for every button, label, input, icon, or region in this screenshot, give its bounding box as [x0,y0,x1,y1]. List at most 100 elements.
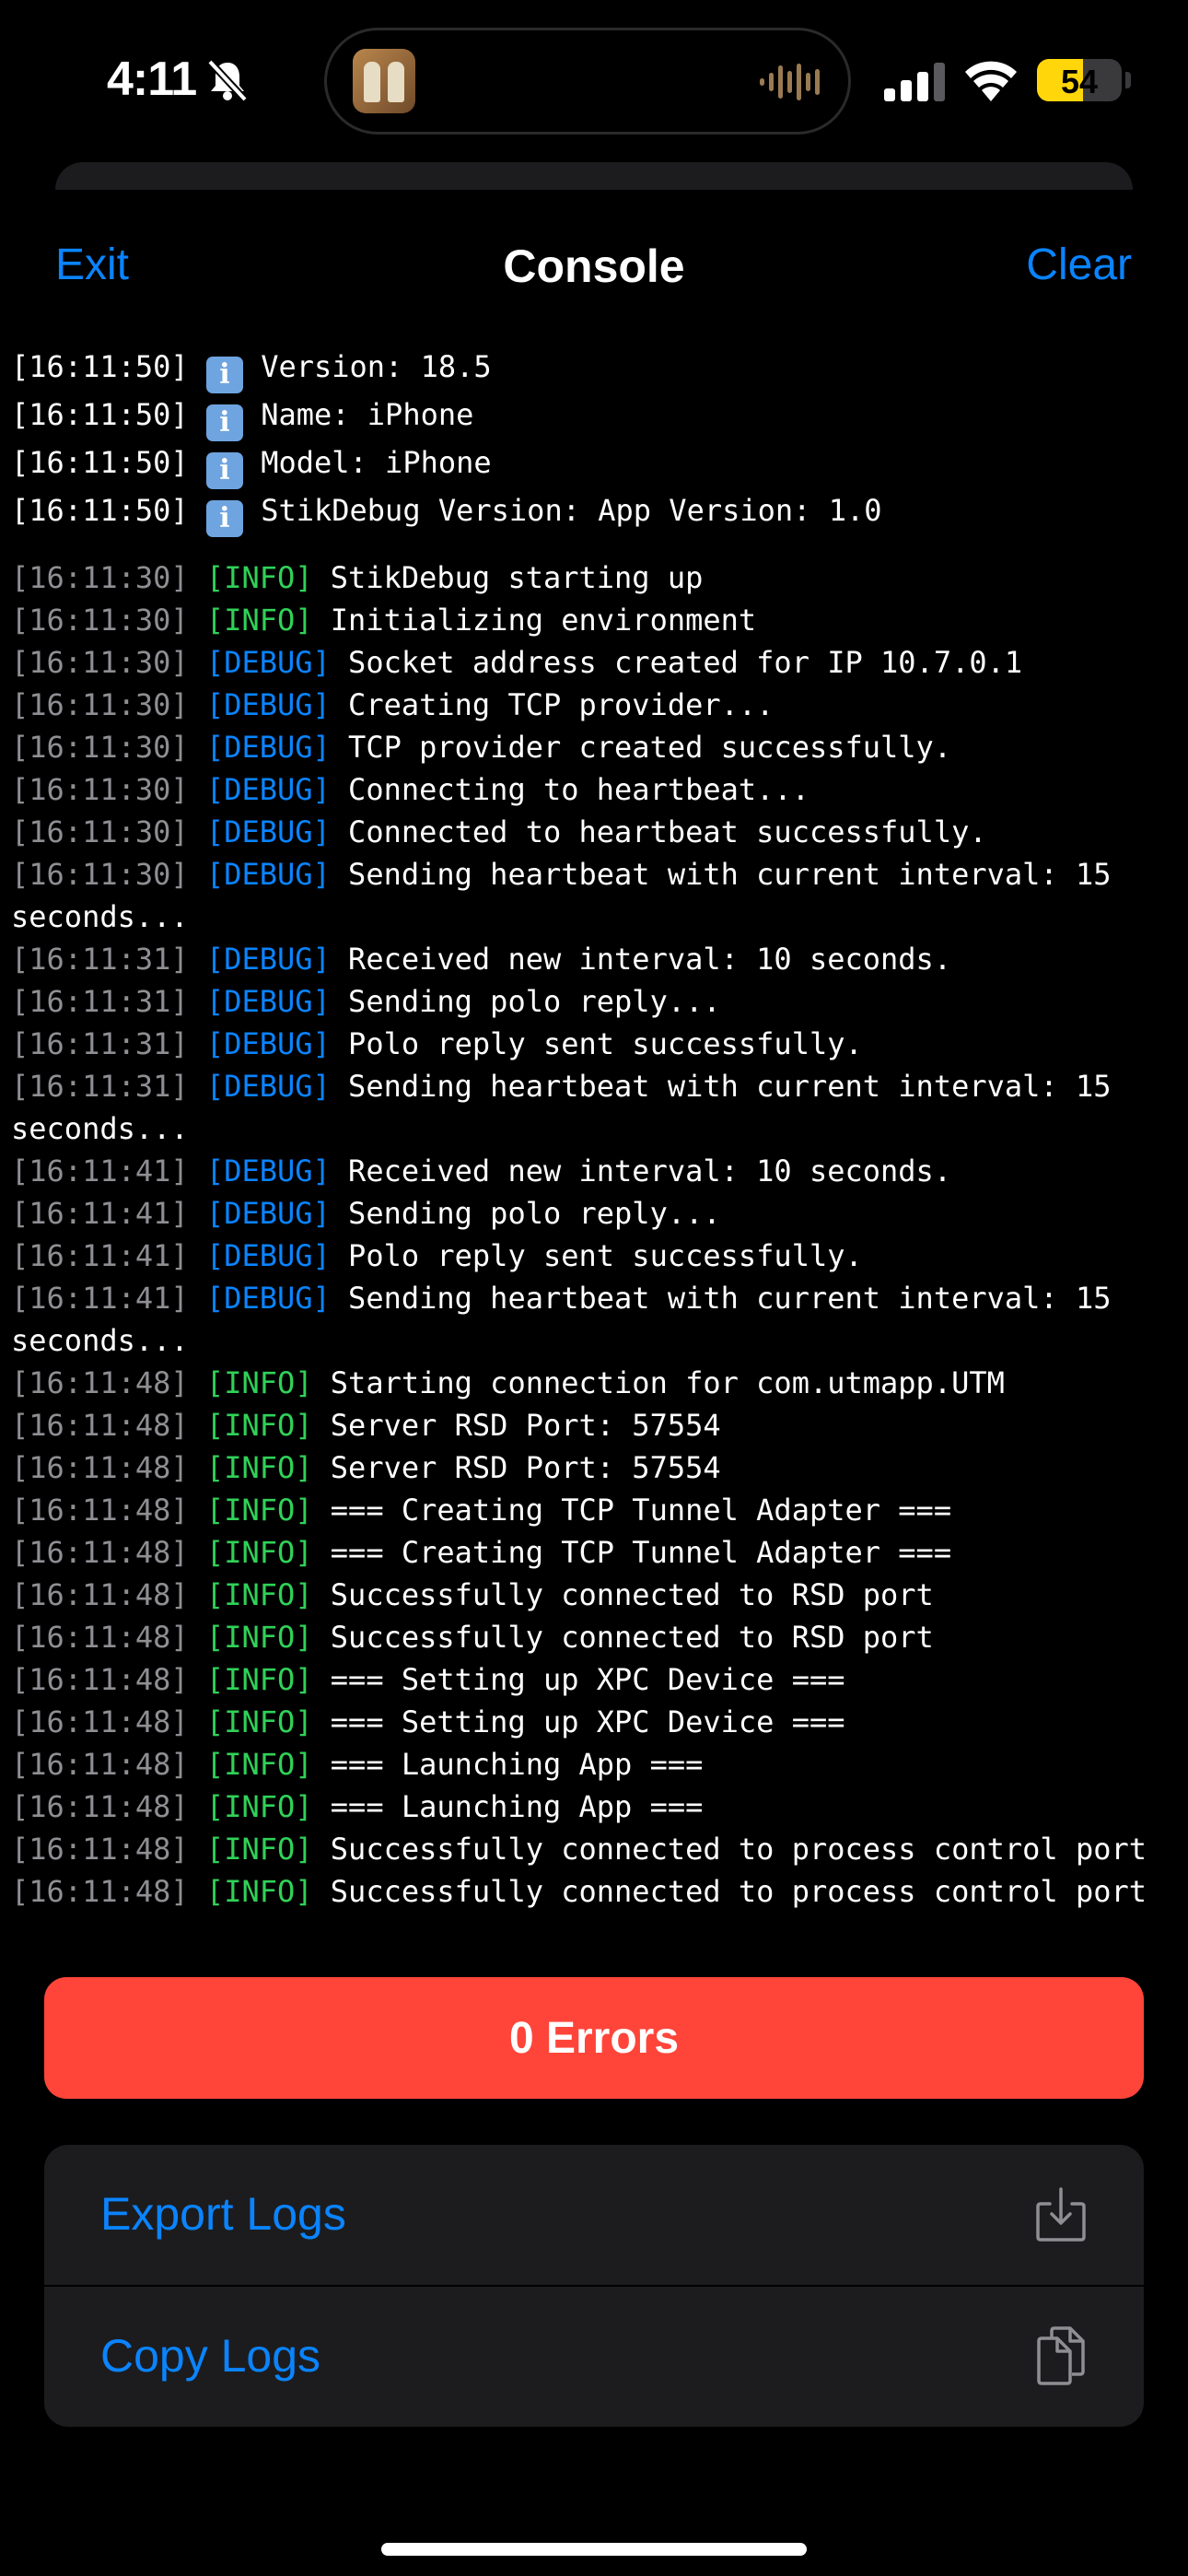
log-timestamp: [16:11:31] [11,984,189,1019]
log-timestamp: [16:11:41] [11,1238,189,1273]
info-icon: i [205,404,243,441]
log-message: Successfully connected to process contro… [330,1874,1147,1909]
log-message: Initializing environment [330,603,757,638]
log-timestamp: [16:11:48] [11,1704,189,1739]
log-message: Sending polo reply... [348,1196,721,1231]
log-entry: [16:11:48] [INFO] Server RSD Port: 57554 [11,1446,1181,1489]
now-playing-artwork [353,49,415,113]
errors-button[interactable]: 0 Errors [44,1977,1144,2099]
log-entry: [16:11:30] [DEBUG] Connecting to heartbe… [11,768,1181,811]
dynamic-island[interactable] [324,28,851,135]
log-entry: [16:11:48] [INFO] Server RSD Port: 57554 [11,1404,1181,1446]
log-level: [DEBUG] [205,942,331,977]
log-level: [INFO] [205,1450,313,1485]
export-tray-icon [1036,2187,1086,2242]
device-info-text: Name: iPhone [261,397,474,432]
log-timestamp: [16:11:48] [11,1789,189,1824]
log-level: [DEBUG] [205,857,331,892]
log-level: [DEBUG] [205,730,331,765]
log-level: [INFO] [205,603,313,638]
log-timestamp: [16:11:48] [11,1747,189,1782]
log-entry: [16:11:48] [INFO] Successfully connected… [11,1828,1181,1870]
log-message: Server RSD Port: 57554 [330,1450,721,1485]
background-sheet-edge [55,162,1133,190]
log-entry: [16:11:48] [INFO] === Setting up XPC Dev… [11,1658,1181,1701]
log-entry: [16:11:48] [INFO] Successfully connected… [11,1870,1181,1913]
log-level: [INFO] [205,1662,313,1697]
log-timestamp: [16:11:30] [11,687,189,722]
log-level: [DEBUG] [205,984,331,1019]
log-level: [INFO] [205,1620,313,1655]
device-info-timestamp: [16:11:50] [11,397,189,432]
log-message: Connected to heartbeat successfully. [348,814,987,849]
device-info-section: [16:11:50] i Version: 18.5 [16:11:50] i N… [11,343,1181,537]
log-level: [INFO] [205,1577,313,1612]
clear-button[interactable]: Clear [1026,240,1132,290]
copy-logs-button[interactable]: Copy Logs [44,2287,1144,2427]
copy-documents-icon [1037,2326,1085,2385]
device-info-line: [16:11:50] i Model: iPhone [11,439,1181,489]
log-timestamp: [16:11:41] [11,1153,189,1188]
log-level: [DEBUG] [205,1026,331,1061]
info-icon: i [205,357,243,393]
log-message: === Setting up XPC Device === [330,1662,845,1697]
device-info-timestamp: [16:11:50] [11,349,189,384]
log-entry: [16:11:41] [DEBUG] Sending heartbeat wit… [11,1277,1181,1362]
log-level: [DEBUG] [205,1281,331,1316]
export-logs-button[interactable]: Export Logs [44,2145,1144,2285]
info-icon: i [205,500,243,537]
log-message: Successfully connected to RSD port [330,1577,934,1612]
log-timestamp: [16:11:48] [11,1832,189,1867]
log-timestamp: [16:11:48] [11,1874,189,1909]
home-indicator[interactable] [381,2543,807,2556]
log-message: TCP provider created successfully. [348,730,952,765]
log-timestamp: [16:11:30] [11,645,189,680]
log-level: [INFO] [205,1874,313,1909]
log-timestamp: [16:11:30] [11,814,189,849]
battery-percentage: 54 [1060,63,1099,100]
device-info-timestamp: [16:11:50] [11,445,189,480]
log-timestamp: [16:11:48] [11,1620,189,1655]
log-message: Server RSD Port: 57554 [330,1408,721,1443]
battery-cap [1125,72,1131,88]
log-timestamp: [16:11:48] [11,1365,189,1400]
log-entry: [16:11:48] [INFO] Starting connection fo… [11,1362,1181,1404]
log-message: Polo reply sent successfully. [348,1026,863,1061]
info-icon: i [205,452,243,489]
log-entry: [16:11:41] [DEBUG] Sending polo reply... [11,1192,1181,1235]
navigation-bar: Exit Console Clear [0,221,1188,322]
log-level: [INFO] [205,1747,313,1782]
log-message: Socket address created for IP 10.7.0.1 [348,645,1023,680]
page-title: Console [503,240,685,292]
log-timestamp: [16:11:48] [11,1493,189,1528]
log-timestamp: [16:11:41] [11,1281,189,1316]
log-entry: [16:11:48] [INFO] === Launching App === [11,1743,1181,1786]
battery-indicator: 54 [1037,59,1122,101]
log-level: [INFO] [205,1535,313,1570]
log-level: [DEBUG] [205,1196,331,1231]
log-timestamp: [16:11:48] [11,1450,189,1485]
log-level: [DEBUG] [205,1153,331,1188]
log-entry: [16:11:48] [INFO] === Launching App === [11,1786,1181,1828]
device-info-timestamp: [16:11:50] [11,493,189,528]
log-entry: [16:11:48] [INFO] === Setting up XPC Dev… [11,1701,1181,1743]
copy-logs-label: Copy Logs [100,2330,321,2382]
status-time: 4:11 [107,53,197,106]
bell-slash-icon [207,59,248,102]
log-message: Received new interval: 10 seconds. [348,1153,952,1188]
console-log-view[interactable]: [16:11:50] i Version: 18.5 [16:11:50] i N… [11,343,1181,1953]
log-timestamp: [16:11:31] [11,1069,189,1104]
log-level: [INFO] [205,560,313,595]
log-level: [DEBUG] [205,645,331,680]
log-message: === Creating TCP Tunnel Adapter === [330,1493,952,1528]
device-info-line: [16:11:50] i Name: iPhone [11,391,1181,441]
log-level: [DEBUG] [205,1238,331,1273]
log-entry: [16:11:48] [INFO] Successfully connected… [11,1616,1181,1658]
device-info-text: Version: 18.5 [261,349,492,384]
cellular-signal-icon [884,63,945,101]
log-level: [INFO] [205,1365,313,1400]
export-logs-label: Export Logs [100,2188,346,2240]
log-entry: [16:11:31] [DEBUG] Sending heartbeat wit… [11,1065,1181,1150]
log-message: === Launching App === [330,1789,704,1824]
device-info-line: [16:11:50] i Version: 18.5 [11,343,1181,393]
